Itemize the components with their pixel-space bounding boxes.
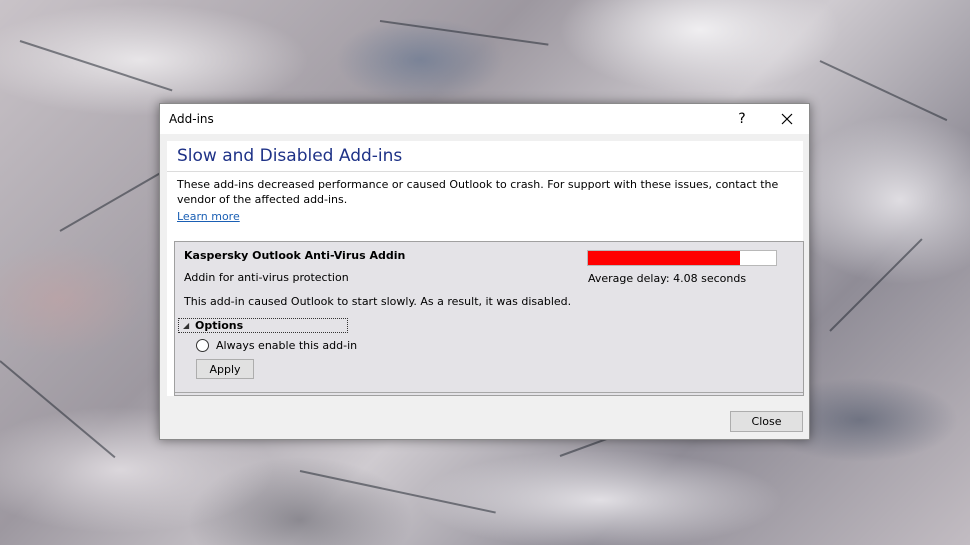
addin-description: Addin for anti-virus protection bbox=[184, 271, 349, 284]
apply-button[interactable]: Apply bbox=[196, 359, 254, 379]
background-texture bbox=[0, 360, 116, 459]
learn-more-link[interactable]: Learn more bbox=[177, 210, 240, 223]
window-close-button[interactable] bbox=[765, 104, 809, 134]
close-icon bbox=[781, 113, 793, 125]
window-title: Add-ins bbox=[169, 112, 214, 126]
addin-status: This add-in caused Outlook to start slow… bbox=[184, 295, 572, 308]
delay-bar bbox=[587, 250, 777, 266]
description-text: These add-ins decreased performance or c… bbox=[177, 178, 779, 206]
delay-label: Average delay: 4.08 seconds bbox=[588, 272, 747, 285]
close-button[interactable]: Close bbox=[730, 411, 803, 432]
options-expander[interactable]: ◢ Options bbox=[178, 318, 348, 333]
always-enable-radio[interactable] bbox=[196, 339, 209, 352]
panel-divider bbox=[175, 392, 803, 393]
background-texture bbox=[299, 470, 496, 514]
options-label: Options bbox=[195, 319, 244, 332]
title-bar: Add-ins ? bbox=[160, 104, 809, 134]
background-texture bbox=[829, 238, 923, 332]
addins-dialog: Add-ins ? Slow and Disabled Add-ins Thes… bbox=[159, 103, 810, 440]
background-texture bbox=[379, 20, 549, 46]
addin-name: Kaspersky Outlook Anti-Virus Addin bbox=[184, 249, 406, 262]
background-texture bbox=[19, 40, 173, 92]
delay-bar-fill bbox=[588, 251, 741, 265]
dialog-content: Slow and Disabled Add-ins These add-ins … bbox=[167, 141, 804, 396]
always-enable-label[interactable]: Always enable this add-in bbox=[216, 339, 357, 352]
page-title: Slow and Disabled Add-ins bbox=[177, 146, 403, 166]
heading-divider bbox=[167, 171, 803, 172]
addin-item: Kaspersky Outlook Anti-Virus Addin Addin… bbox=[174, 241, 804, 396]
help-button[interactable]: ? bbox=[720, 104, 764, 134]
desktop-background: Add-ins ? Slow and Disabled Add-ins Thes… bbox=[0, 0, 970, 545]
triangle-down-icon: ◢ bbox=[183, 321, 190, 330]
background-texture bbox=[59, 170, 165, 232]
background-texture bbox=[819, 60, 948, 122]
